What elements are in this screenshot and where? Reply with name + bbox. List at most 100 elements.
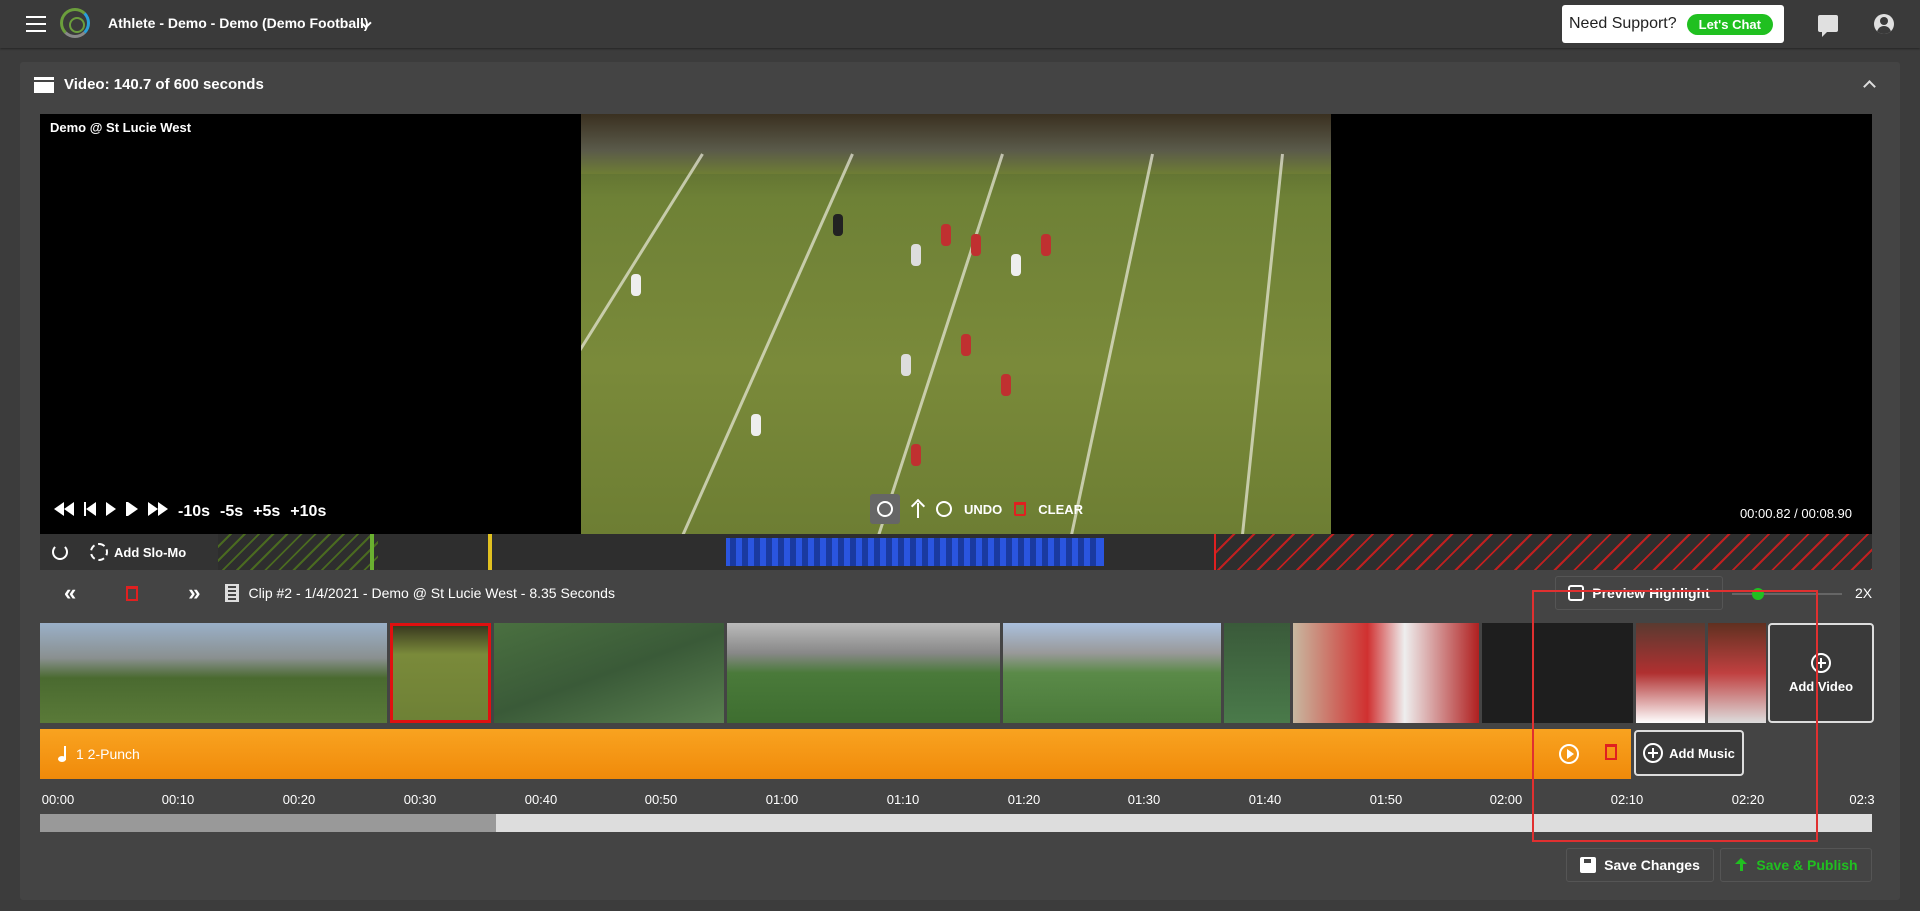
save-changes-button[interactable]: Save Changes xyxy=(1566,848,1714,882)
add-slomo-button[interactable]: Add Slo-Mo xyxy=(114,545,186,560)
speed-slider-knob[interactable] xyxy=(1752,588,1764,600)
playhead-marker[interactable] xyxy=(488,534,492,570)
ruler-tick: 02:20 xyxy=(1731,792,1765,807)
skip-forward-5-button[interactable]: +5s xyxy=(253,503,280,521)
clip-thumbnail-selected[interactable] xyxy=(390,623,491,723)
video-player[interactable]: Demo @ St Lucie West -10s -5s +5s +10s U… xyxy=(40,114,1872,534)
collapse-icon[interactable] xyxy=(1863,80,1876,93)
ruler-tick: 00:40 xyxy=(524,792,558,807)
music-track[interactable]: 1 2-Punch xyxy=(40,729,1631,779)
next-clip-icon[interactable]: » xyxy=(188,582,200,604)
clip-trim-timeline[interactable]: Add Slo-Mo xyxy=(40,534,1872,570)
clip-thumbnail[interactable] xyxy=(1636,623,1705,723)
ruler-tick: 01:00 xyxy=(765,792,799,807)
football-player xyxy=(911,444,921,466)
skip-back-5-button[interactable]: -5s xyxy=(220,503,243,521)
messages-icon[interactable] xyxy=(1818,15,1838,37)
clip-thumbnail[interactable] xyxy=(1708,623,1766,723)
yard-line xyxy=(581,153,704,511)
lets-chat-button[interactable]: Let's Chat xyxy=(1686,13,1773,35)
clip-thumbnail[interactable] xyxy=(727,623,1000,723)
video-duration-label: Video: 140.7 of 600 seconds xyxy=(64,76,264,93)
draw-circles-tool[interactable] xyxy=(870,494,900,524)
clip-thumbnail[interactable] xyxy=(1003,623,1221,723)
trimmed-start-region xyxy=(218,534,378,570)
clapperboard-icon xyxy=(34,76,54,93)
yard-line xyxy=(871,153,1004,534)
football-player xyxy=(941,224,951,246)
yard-line xyxy=(1237,153,1284,534)
delete-music-icon[interactable] xyxy=(1605,744,1617,760)
preview-highlight-button[interactable]: Preview Highlight xyxy=(1555,576,1723,610)
slomo-controls: Add Slo-Mo xyxy=(40,534,218,570)
yard-line xyxy=(680,153,854,534)
clip-thumbnail[interactable] xyxy=(1293,623,1479,723)
undo-button[interactable]: UNDO xyxy=(964,502,1002,517)
rewind-icon[interactable] xyxy=(54,502,74,521)
football-player xyxy=(901,354,911,376)
delete-clip-icon[interactable] xyxy=(126,585,139,601)
top-bar: Athlete - Demo - Demo (Demo Football) Ne… xyxy=(0,0,1920,48)
ruler-tick: 01:30 xyxy=(1127,792,1161,807)
music-note-icon xyxy=(58,746,68,762)
ruler-tick: 00:00 xyxy=(41,792,75,807)
play-icon[interactable] xyxy=(106,502,116,521)
upload-icon xyxy=(1734,858,1748,872)
menu-icon[interactable] xyxy=(26,16,46,32)
plus-circle-icon xyxy=(1811,652,1831,673)
trash-icon[interactable] xyxy=(1014,502,1027,516)
play-music-icon[interactable] xyxy=(1559,744,1579,764)
start-marker[interactable] xyxy=(370,534,374,570)
save-icon xyxy=(1580,857,1597,873)
speed-label: 2X xyxy=(1855,585,1873,601)
preview-label: Preview Highlight xyxy=(1592,585,1710,601)
clips-row xyxy=(40,623,1800,723)
skip-back-10-button[interactable]: -10s xyxy=(178,503,210,521)
ruler-tick: 00:50 xyxy=(644,792,678,807)
football-player xyxy=(961,334,971,356)
clear-button[interactable]: CLEAR xyxy=(1038,502,1083,517)
account-icon[interactable] xyxy=(1874,14,1894,34)
slomo-range[interactable] xyxy=(726,538,1104,566)
reset-icon[interactable] xyxy=(52,544,68,560)
circles-icon xyxy=(877,501,893,517)
publish-label: Save & Publish xyxy=(1756,857,1858,873)
speed-slider[interactable] xyxy=(1732,588,1842,600)
playback-controls: -10s -5s +5s +10s xyxy=(54,502,326,521)
ruler-tick: 02:00 xyxy=(1489,792,1523,807)
save-publish-button[interactable]: Save & Publish xyxy=(1720,848,1872,882)
save-label: Save Changes xyxy=(1604,857,1700,873)
clip-thumbnail[interactable] xyxy=(494,623,724,723)
team-selector[interactable]: Athlete - Demo - Demo (Demo Football) xyxy=(108,15,369,31)
football-player xyxy=(911,244,921,266)
ruler-tick: 00:20 xyxy=(282,792,316,807)
clip-thumbnail[interactable] xyxy=(1224,623,1290,723)
app-logo[interactable] xyxy=(60,8,90,38)
clip-thumbnail[interactable] xyxy=(40,623,387,723)
skip-forward-10-button[interactable]: +10s xyxy=(290,503,326,521)
step-back-icon[interactable] xyxy=(84,502,96,521)
time-readout: 00:00.82 / 00:08.90 xyxy=(1739,506,1852,521)
football-player xyxy=(971,234,981,256)
yard-line xyxy=(1063,153,1154,534)
support-text: Need Support? xyxy=(1569,15,1677,32)
plus-circle-icon xyxy=(1643,743,1664,763)
slomo-icon[interactable] xyxy=(90,543,108,561)
video-frame[interactable] xyxy=(581,114,1331,534)
clip-info: Clip #2 - 1/4/2021 - Demo @ St Lucie Wes… xyxy=(248,585,615,601)
timeline-scrollbar[interactable] xyxy=(40,814,1872,832)
add-video-button[interactable]: Add Video xyxy=(1768,623,1874,723)
timeline-scroll-thumb[interactable] xyxy=(40,814,496,832)
ruler-tick: 02:3 xyxy=(1849,792,1875,807)
clip-thumbnail[interactable] xyxy=(1482,623,1633,723)
football-player xyxy=(1011,254,1021,276)
music-track-label: 1 2-Punch xyxy=(76,746,140,762)
arrow-tool-icon[interactable] xyxy=(912,500,924,518)
fast-forward-icon[interactable] xyxy=(148,502,168,521)
circle-tool-icon[interactable] xyxy=(936,501,952,517)
football-player xyxy=(833,214,843,236)
ruler-tick: 01:10 xyxy=(886,792,920,807)
add-music-button[interactable]: Add Music xyxy=(1634,730,1744,776)
step-forward-icon[interactable] xyxy=(126,502,138,521)
previous-clip-icon[interactable]: « xyxy=(64,582,76,604)
